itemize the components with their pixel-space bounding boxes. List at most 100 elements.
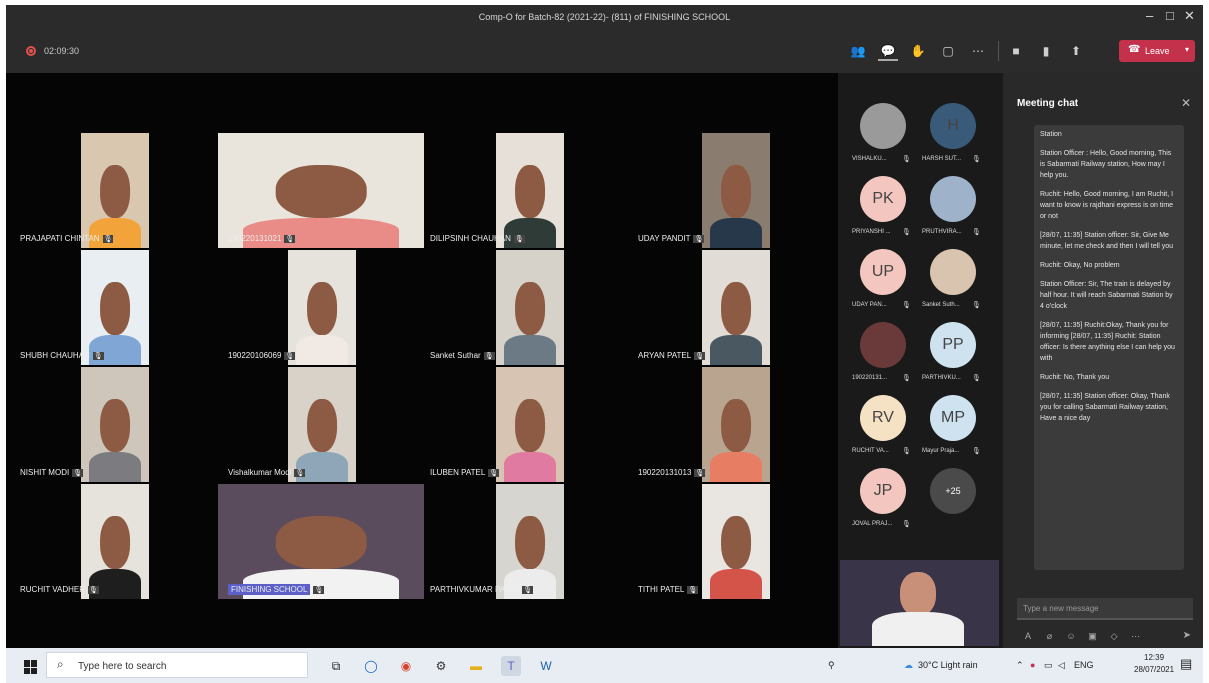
settings-icon[interactable]: ⚙ — [431, 656, 451, 676]
avatar-initials: H — [947, 117, 959, 134]
participant-avatar[interactable] — [860, 322, 906, 368]
participant-video-tile[interactable] — [81, 484, 149, 599]
participant-video-tile[interactable] — [81, 367, 149, 482]
send-icon[interactable]: ➤ — [1183, 630, 1191, 641]
participant-face — [515, 165, 545, 219]
participant-avatar[interactable]: UP — [860, 249, 906, 295]
cortana-icon[interactable]: ◯ — [361, 656, 381, 676]
participant-video-tile[interactable] — [496, 133, 564, 248]
participant-face — [721, 165, 751, 219]
antivirus-icon[interactable]: ● — [1030, 660, 1035, 670]
mic-muted-icon: 🎙 — [972, 375, 981, 382]
emoji-icon[interactable]: ☺ — [1064, 631, 1078, 641]
participant-shirt — [710, 218, 762, 248]
participant-face — [515, 282, 545, 336]
participant-face — [307, 399, 337, 453]
participant-video-tile[interactable] — [288, 250, 356, 365]
mic-muted-icon: 🎙 — [72, 469, 84, 477]
mic-muted-icon: 🎙 — [92, 352, 104, 360]
search-placeholder: Type here to search — [78, 661, 167, 672]
camera-icon[interactable]: ■ — [1006, 41, 1026, 61]
volume-icon[interactable]: ◁ — [1058, 660, 1065, 671]
participant-video-tile[interactable] — [702, 484, 770, 599]
windows-start-icon[interactable] — [24, 660, 38, 674]
participant-avatar[interactable]: +25 — [930, 468, 976, 514]
avatar-name: PRIYANSHI ... — [852, 229, 891, 235]
chevron-down-icon[interactable]: ▾ — [1185, 45, 1189, 54]
mic-muted-icon: 🎙 — [972, 229, 981, 236]
participant-name: 190220131013 — [638, 468, 692, 477]
avatar-name: UDAY PAN... — [852, 302, 887, 308]
taskbar-clock[interactable]: 12:39 28/07/2021 — [1134, 652, 1174, 676]
mic-muted-icon: 🎙 — [972, 156, 981, 163]
more-actions-icon[interactable]: ⋯ — [968, 41, 988, 61]
format-icon[interactable]: A — [1021, 631, 1035, 641]
avatar-name: PRUTHVIRA... — [922, 229, 962, 235]
participant-video-tile[interactable] — [496, 250, 564, 365]
participant-face — [721, 282, 751, 336]
participant-avatar[interactable] — [860, 103, 906, 149]
participants-icon[interactable]: 👥 — [848, 41, 868, 61]
participant-video-tile[interactable] — [218, 133, 424, 248]
mic-muted-icon: 🎙 — [294, 469, 306, 477]
chrome-icon[interactable]: ◉ — [396, 656, 416, 676]
participant-avatar[interactable] — [930, 249, 976, 295]
network-icon[interactable]: ▭ — [1044, 660, 1053, 671]
participant-video-tile[interactable] — [702, 133, 770, 248]
tray-chevron-icon[interactable]: ⌃ — [1016, 660, 1024, 671]
task-view-icon[interactable]: ⧉ — [326, 656, 346, 676]
avatar-name: PARTHIVKU... — [922, 375, 961, 381]
close-button[interactable]: ✕ — [1184, 8, 1195, 24]
participant-video-tile[interactable] — [702, 367, 770, 482]
sticker-icon[interactable]: ◇ — [1107, 631, 1121, 642]
mic-muted-icon: 🎙 — [513, 235, 525, 243]
participant-video-tile[interactable] — [702, 250, 770, 365]
attach-icon[interactable]: ⌀ — [1043, 631, 1057, 642]
mic-muted-icon: 🎙 — [902, 448, 911, 455]
participant-avatar[interactable]: MP — [930, 395, 976, 441]
taskbar-search-input[interactable]: ⌕ Type here to search — [46, 652, 308, 678]
avatar-initials: PP — [942, 336, 964, 353]
self-shirt — [872, 612, 964, 646]
avatar-initials: PK — [872, 190, 894, 207]
participant-avatar[interactable]: PP — [930, 322, 976, 368]
person-icon[interactable]: ⚲ — [828, 660, 835, 671]
notifications-icon[interactable]: ▤ — [1180, 656, 1192, 672]
weather-text[interactable]: 30°C Light rain — [918, 660, 978, 670]
share-screen-icon[interactable]: ⬆ — [1066, 41, 1086, 61]
maximize-button[interactable]: □ — [1166, 8, 1174, 23]
mic-muted-icon: 🎙 — [284, 352, 296, 360]
chat-message-input[interactable]: Type a new message — [1017, 598, 1193, 620]
language-indicator[interactable]: ENG — [1074, 660, 1094, 670]
participant-video-tile[interactable] — [288, 367, 356, 482]
reactions-icon[interactable]: ✋ — [908, 41, 928, 61]
chat-icon[interactable]: 💬 — [878, 41, 898, 61]
minimize-button[interactable]: – — [1146, 8, 1153, 23]
word-icon[interactable]: W — [536, 656, 556, 676]
participant-name-tag: DILIPSINH CHAUHAN 🎙 — [430, 234, 525, 243]
participant-video-tile[interactable] — [496, 484, 564, 599]
weather-icon: ☁ — [904, 660, 913, 670]
participant-name-tag: Sanket Suthar 🎙 — [430, 351, 495, 360]
participant-face — [721, 399, 751, 453]
participant-avatar[interactable]: PK — [860, 176, 906, 222]
file-explorer-icon[interactable]: ▬ — [466, 656, 486, 676]
self-face — [900, 572, 936, 616]
participant-video-tile[interactable] — [218, 484, 424, 599]
participant-avatar[interactable] — [930, 176, 976, 222]
participant-video-tile[interactable] — [81, 133, 149, 248]
rooms-icon[interactable]: ▢ — [938, 41, 958, 61]
mic-icon[interactable]: ▮ — [1036, 41, 1056, 61]
participant-avatar[interactable]: H — [930, 103, 976, 149]
leave-button[interactable]: ☎ Leave ▾ — [1119, 40, 1195, 62]
close-chat-icon[interactable]: ✕ — [1181, 96, 1191, 110]
avatar-name: JOVAL PRAJ... — [852, 521, 893, 527]
participant-video-tile[interactable] — [496, 367, 564, 482]
window-title: Comp-O for Batch-82 (2021-22)- (811) of … — [478, 12, 731, 22]
participant-video-tile[interactable] — [81, 250, 149, 365]
participant-avatar[interactable]: JP — [860, 468, 906, 514]
more-compose-icon[interactable]: ⋯ — [1129, 631, 1143, 642]
gif-icon[interactable]: ▣ — [1086, 631, 1100, 642]
participant-avatar[interactable]: RV — [860, 395, 906, 441]
teams-icon[interactable]: T — [501, 656, 521, 676]
